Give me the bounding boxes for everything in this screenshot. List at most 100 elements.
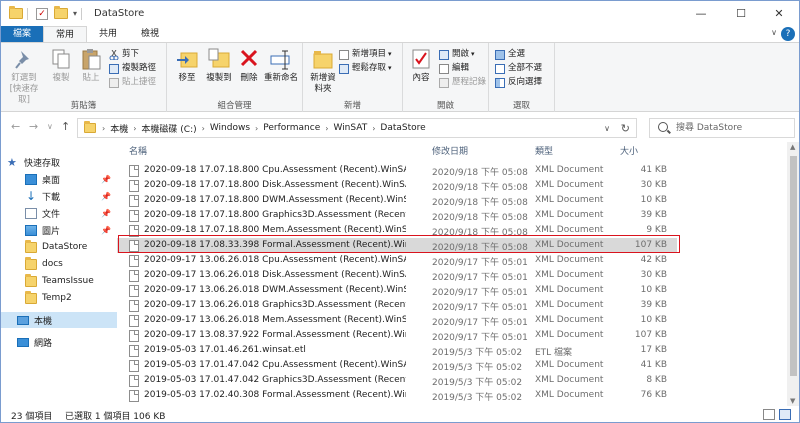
close-button[interactable]: ✕ — [759, 1, 799, 26]
vertical-scrollbar[interactable]: ▲ ▼ — [787, 142, 799, 406]
properties-button[interactable]: 內容 — [405, 47, 437, 84]
copy-button[interactable]: 複製 — [45, 47, 77, 84]
collapse-ribbon-icon[interactable]: ∨ — [771, 28, 777, 37]
minimize-button[interactable]: — — [681, 1, 721, 26]
file-row[interactable]: 2020-09-17 13.08.37.922 Formal.Assessmen… — [117, 328, 677, 343]
address-bar[interactable]: › 本機 › 本機磁碟 (C:) › Windows › Performance… — [77, 118, 637, 138]
rename-button[interactable]: 重新命名 — [263, 47, 299, 84]
file-name: 2019-05-03 17.01.47.042 Cpu.Assessment (… — [144, 360, 406, 370]
nav-desktop[interactable]: 桌面 📌 — [1, 171, 117, 187]
file-type: XML Document — [535, 360, 604, 370]
file-row[interactable]: 2020-09-17 13.06.26.018 DWM.Assessment (… — [117, 283, 677, 298]
address-dropdown-icon[interactable]: ∨ — [604, 124, 610, 133]
network-icon — [17, 337, 29, 347]
breadcrumb-windows[interactable]: Windows — [207, 123, 253, 133]
properties-quick-icon[interactable]: ✓ — [36, 7, 48, 20]
file-row[interactable]: 2019-05-03 17.01.47.042 Cpu.Assessment (… — [117, 358, 677, 373]
file-row[interactable]: 2020-09-18 17.07.18.800 Disk.Assessment … — [117, 178, 677, 193]
copy-path-button[interactable]: 複製路徑 — [109, 62, 156, 75]
file-row[interactable]: 2020-09-17 13.06.26.018 Disk.Assessment … — [117, 268, 677, 283]
copy-to-button[interactable]: 複製到 — [203, 47, 235, 84]
new-folder-quick-icon[interactable] — [54, 6, 68, 19]
nav-pictures[interactable]: 圖片 📌 — [1, 222, 117, 238]
address-folder-icon — [84, 121, 96, 133]
folder-icon — [25, 256, 37, 270]
select-none-button[interactable]: 全部不選 — [495, 62, 542, 75]
breadcrumb-local-disk[interactable]: 本機磁碟 (C:) — [138, 122, 199, 135]
tab-view[interactable]: 檢視 — [129, 26, 171, 42]
nav-downloads[interactable]: ↓ 下載 📌 — [1, 188, 117, 204]
file-row[interactable]: 2020-09-18 17.07.18.800 DWM.Assessment (… — [117, 193, 677, 208]
new-group-label: 新增 — [343, 101, 361, 111]
file-row[interactable]: 2020-09-17 13.06.26.018 Mem.Assessment (… — [117, 313, 677, 328]
cut-button[interactable]: 剪下 — [109, 48, 139, 61]
xml-file-icon — [129, 375, 139, 387]
pin-quick-access-button[interactable]: 釘選到 [快速存取] — [5, 47, 43, 106]
scrollbar-thumb[interactable] — [790, 156, 797, 376]
nav-quick-access[interactable]: ★ 快速存取 — [7, 154, 123, 170]
search-icon — [658, 122, 668, 132]
file-row[interactable]: 2019-05-03 17.01.47.042 Graphics3D.Asses… — [117, 373, 677, 388]
maximize-button[interactable]: ☐ — [721, 1, 761, 26]
tab-file[interactable]: 檔案 — [1, 26, 44, 42]
paste-button[interactable]: 貼上 — [75, 47, 107, 84]
organize-group-label: 組合管理 — [217, 101, 252, 111]
invert-selection-button[interactable]: 反向選擇 — [495, 76, 542, 89]
file-date: 2019/5/3 下午 05:02 — [432, 393, 523, 403]
delete-button[interactable]: 刪除 — [233, 47, 265, 84]
nav-folder-datastore[interactable]: DataStore — [1, 239, 117, 255]
file-row[interactable]: 2020-09-17 13.06.26.018 Graphics3D.Asses… — [117, 298, 677, 313]
breadcrumb-winsat[interactable]: WinSAT — [330, 123, 370, 133]
file-date: 2020/9/17 下午 05:01 — [432, 318, 528, 328]
new-item-button[interactable]: 新增項目 ▾ — [339, 48, 392, 61]
file-date: 2020/9/17 下午 05:01 — [432, 273, 528, 283]
navigation-pane: ★ 快速存取 桌面 📌 ↓ 下載 📌 文件 📌 圖片 📌 DataStore d… — [1, 142, 117, 406]
move-to-button[interactable]: 移至 — [171, 47, 203, 84]
xml-file-icon — [129, 360, 139, 372]
nav-folder-teamsissue[interactable]: TeamsIssue — [1, 273, 117, 289]
file-row[interactable]: 2020-09-17 13.06.26.018 Cpu.Assessment (… — [117, 253, 677, 268]
column-size[interactable]: 大小 — [620, 144, 638, 157]
column-name[interactable]: 名稱 — [129, 144, 147, 157]
forward-arrow-icon[interactable]: → — [29, 120, 38, 133]
breadcrumb-datastore[interactable]: DataStore — [377, 123, 428, 133]
xml-file-icon — [129, 270, 139, 282]
column-date[interactable]: 修改日期 — [432, 144, 468, 157]
up-arrow-icon[interactable]: ↑ — [61, 120, 70, 133]
tab-home[interactable]: 常用 — [43, 26, 88, 42]
scroll-down-icon[interactable]: ▼ — [790, 397, 795, 405]
open-button[interactable]: 開啟 ▾ — [439, 48, 475, 61]
xml-file-icon — [129, 285, 139, 297]
nav-documents[interactable]: 文件 📌 — [1, 205, 117, 221]
edit-button[interactable]: 編輯 — [439, 62, 469, 75]
back-arrow-icon[interactable]: ← — [11, 120, 20, 133]
nav-folder-temp2[interactable]: Temp2 — [1, 290, 117, 306]
help-icon[interactable]: ? — [781, 27, 795, 41]
nav-network[interactable]: 網路 — [1, 334, 117, 350]
breadcrumb-this-pc[interactable]: 本機 — [107, 122, 131, 135]
scroll-up-icon[interactable]: ▲ — [790, 143, 795, 151]
search-box[interactable]: 搜尋 DataStore — [649, 118, 795, 138]
large-icons-view-icon[interactable] — [779, 409, 791, 420]
new-folder-button[interactable]: 新增資料夾 — [307, 47, 339, 95]
breadcrumb-performance[interactable]: Performance — [260, 123, 323, 133]
nav-this-pc[interactable]: 本機 — [1, 312, 117, 328]
easy-access-button[interactable]: 輕鬆存取 ▾ — [339, 62, 392, 75]
nav-folder-docs[interactable]: docs — [1, 256, 117, 272]
window-title: DataStore — [94, 8, 145, 19]
recent-dropdown-icon[interactable]: ∨ — [47, 122, 53, 131]
column-type[interactable]: 類型 — [535, 144, 553, 157]
file-row[interactable]: 2019-05-03 17.01.46.261.winsat.etl 2019/5… — [117, 343, 677, 358]
file-row[interactable]: 2020-09-18 17.07.18.800 Cpu.Assessment (… — [117, 163, 677, 178]
select-all-button[interactable]: 全選 — [495, 48, 525, 61]
paste-shortcut-button[interactable]: 貼上捷徑 — [109, 76, 156, 89]
refresh-icon[interactable]: ↻ — [621, 122, 630, 135]
xml-file-icon — [129, 180, 139, 192]
invert-selection-icon — [495, 77, 505, 88]
file-row[interactable]: 2020-09-18 17.07.18.800 Graphics3D.Asses… — [117, 208, 677, 223]
tab-share[interactable]: 共用 — [87, 26, 129, 42]
customize-quick-access-icon[interactable]: ▾ — [73, 9, 77, 18]
history-button[interactable]: 歷程記錄 — [439, 76, 486, 89]
file-row[interactable]: 2019-05-03 17.02.40.308 Formal.Assessmen… — [117, 388, 677, 403]
details-view-icon[interactable] — [763, 409, 775, 420]
